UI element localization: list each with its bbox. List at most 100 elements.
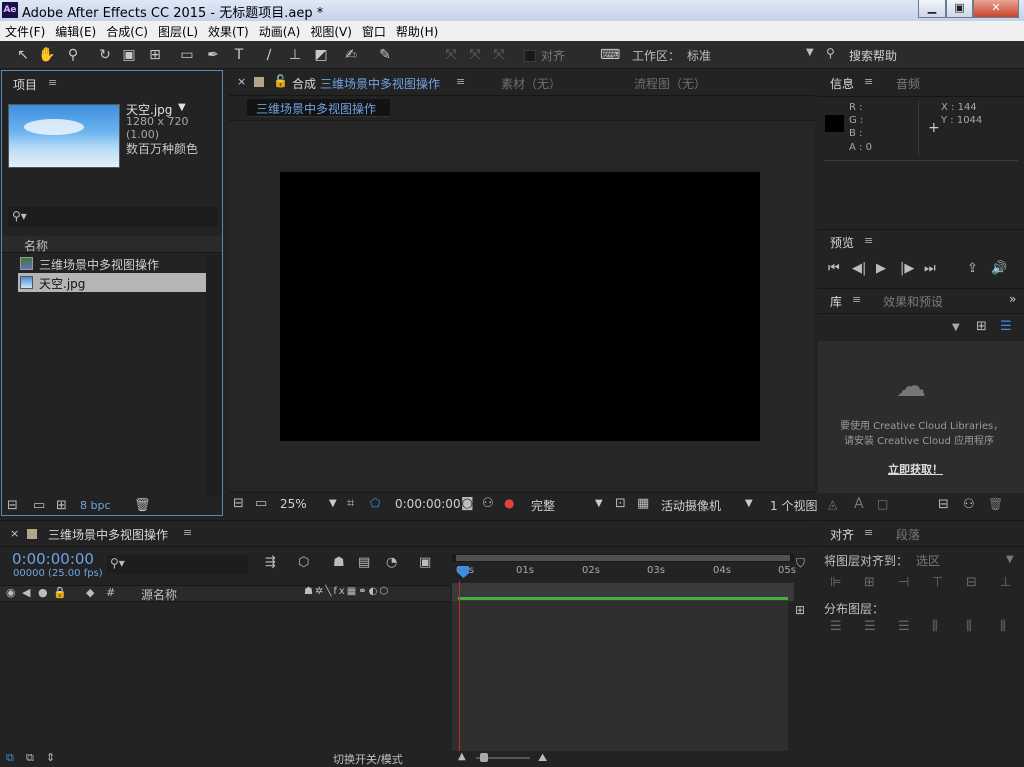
camera-tool-icon[interactable]: ▣	[120, 46, 138, 64]
zoom-select[interactable]: 25%	[280, 497, 307, 511]
audio-icon[interactable]: ◀	[22, 586, 30, 599]
first-frame-icon[interactable]: ⏮	[828, 261, 840, 276]
distribute-right-icon[interactable]: ⫼	[1000, 619, 1006, 634]
layer-search-input[interactable]: ⚲▾	[107, 555, 248, 574]
snapshot-icon[interactable]: ◙	[461, 496, 474, 511]
zoom-slider[interactable]	[476, 753, 530, 762]
name-column[interactable]: 名称	[24, 237, 48, 254]
region-of-interest-icon[interactable]: ⊡	[615, 496, 626, 511]
search-help-input[interactable]: 搜索帮助	[849, 47, 897, 64]
transparency-grid-icon[interactable]: ▦	[637, 496, 649, 511]
frame-blending-icon[interactable]: ▤	[358, 555, 370, 570]
project-tab[interactable]: 项目	[13, 76, 37, 93]
tab-preview[interactable]: 预览	[830, 234, 854, 251]
close-tab-icon[interactable]: ×	[237, 75, 246, 88]
zoom-slider-thumb[interactable]	[480, 753, 488, 762]
add-color-icon[interactable]: ◬	[828, 497, 837, 511]
resolution-dropdown-icon[interactable]: ▼	[595, 498, 603, 509]
close-tab-icon[interactable]: ×	[10, 527, 19, 540]
mask-visibility-icon[interactable]: ⬠	[370, 496, 380, 510]
shy-layers-icon[interactable]: ☗	[333, 555, 345, 570]
world-axis-icon[interactable]: ⤧	[466, 46, 484, 64]
library-dropdown-icon[interactable]: ▼	[952, 322, 960, 333]
align-right-icon[interactable]: ⊣	[898, 575, 909, 590]
panel-menu-icon[interactable]: ≡	[864, 234, 873, 247]
panel-menu-icon[interactable]: ≡	[852, 293, 861, 306]
menu-help[interactable]: 帮助(H)	[391, 21, 443, 42]
tab-footage[interactable]: 素材（无）	[501, 75, 561, 92]
expand-inout-icon[interactable]: ⇕	[46, 751, 55, 764]
align-top-icon[interactable]: ⊤	[932, 575, 943, 590]
menu-edit[interactable]: 编辑(E)	[50, 21, 101, 42]
panel-menu-icon[interactable]: ≡	[48, 76, 57, 89]
workspace-icon[interactable]: ⌨	[600, 46, 620, 64]
label-icon[interactable]: ◆	[86, 586, 94, 599]
minimize-button[interactable]: ▁	[918, 0, 946, 18]
monitor-icon[interactable]: ▭	[255, 496, 267, 511]
workspace-select[interactable]: 标准	[687, 47, 711, 64]
expand-modes-icon[interactable]: ⧉	[26, 751, 34, 765]
work-area-bar[interactable]	[452, 554, 794, 562]
menu-layer[interactable]: 图层(L)	[153, 21, 203, 42]
align-vcenter-icon[interactable]: ⊟	[966, 575, 977, 590]
graph-editor-icon[interactable]: ▣	[419, 555, 431, 570]
menu-file[interactable]: 文件(F)	[0, 21, 50, 42]
zoom-in-icon[interactable]: ⛰	[538, 751, 547, 765]
show-snapshot-icon[interactable]: ⚇	[482, 496, 494, 511]
menu-view[interactable]: 视图(V)	[305, 21, 357, 42]
expand-layer-icon[interactable]: ⧉	[6, 751, 14, 765]
new-composition-icon[interactable]: ⊞	[56, 498, 67, 513]
lock-icon[interactable]: 🔒	[53, 586, 67, 599]
distribute-vcenter-icon[interactable]: ☰	[864, 619, 876, 634]
resolution-select[interactable]: 完整	[531, 497, 555, 514]
tab-paragraph[interactable]: 段落	[896, 526, 920, 543]
distribute-bottom-icon[interactable]: ☰	[898, 619, 910, 634]
tab-flowchart[interactable]: 流程图（无）	[634, 75, 706, 92]
asset-dropdown-icon[interactable]: ▼	[178, 102, 186, 113]
rectangle-tool-icon[interactable]: ▭	[178, 46, 196, 64]
project-search-input[interactable]: ⚲▾	[8, 207, 218, 227]
interpret-footage-icon[interactable]: ⊟	[7, 498, 18, 513]
lock-icon[interactable]: 🔓	[273, 74, 288, 88]
camera-select[interactable]: 活动摄像机	[661, 497, 721, 514]
tab-info[interactable]: 信息	[830, 75, 854, 92]
solo-icon[interactable]: ●	[38, 586, 48, 599]
rotate-tool-icon[interactable]: ↻	[96, 46, 114, 64]
viewer-area[interactable]	[229, 120, 814, 491]
new-folder-icon[interactable]: ▭	[33, 498, 45, 513]
menu-effect[interactable]: 效果(T)	[203, 21, 254, 42]
play-icon[interactable]: ▶	[876, 261, 886, 276]
hand-tool-icon[interactable]: ✋	[38, 46, 56, 64]
view-axis-icon[interactable]: ⤧	[490, 46, 508, 64]
scrollbar[interactable]	[206, 254, 222, 498]
tab-effects[interactable]: 效果和预设	[883, 293, 943, 310]
clone-stamp-tool-icon[interactable]: ⊥	[286, 46, 304, 64]
list-item[interactable]: 天空.jpg	[18, 273, 206, 292]
align-to-select[interactable]: 选区	[916, 552, 940, 569]
draft-3d-icon[interactable]: ⬡	[298, 555, 309, 570]
list-item[interactable]: 三维场景中多视图操作	[2, 254, 206, 273]
add-text-style-icon[interactable]: A	[854, 496, 864, 512]
zoom-tool-icon[interactable]: ⚲	[64, 46, 82, 64]
bit-depth-button[interactable]: 8 bpc	[80, 499, 111, 512]
switches-icons[interactable]: ☗✲╲fx▦⚭◐⬡	[304, 586, 390, 597]
timeline-track-area[interactable]	[452, 601, 788, 751]
maximize-button[interactable]: ▣	[946, 0, 973, 18]
panel-menu-icon[interactable]: ≡	[183, 526, 192, 539]
breadcrumb[interactable]: 三维场景中多视图操作	[247, 99, 390, 117]
source-name-column[interactable]: 源名称	[141, 586, 177, 603]
menu-window[interactable]: 窗口	[357, 21, 391, 42]
tab-library[interactable]: 库	[830, 293, 842, 310]
time-navigator[interactable]	[452, 583, 794, 601]
tab-audio[interactable]: 音频	[896, 75, 920, 92]
sync-icon[interactable]: ⚇	[963, 497, 975, 512]
distribute-hcenter-icon[interactable]: ⫼	[966, 619, 972, 634]
current-time[interactable]: 0:00:00:00	[395, 497, 461, 511]
align-bottom-icon[interactable]: ⊥	[1000, 575, 1011, 590]
view-layout-select[interactable]: 1 个视图	[770, 497, 817, 514]
overflow-chevron-icon[interactable]: »	[1009, 292, 1016, 306]
next-frame-icon[interactable]: |▶	[900, 261, 914, 276]
zoom-out-icon[interactable]: ▲	[458, 751, 466, 762]
timeline-current-time[interactable]: 0:00:00:00	[12, 550, 94, 568]
distribute-left-icon[interactable]: ⫼	[932, 619, 938, 634]
